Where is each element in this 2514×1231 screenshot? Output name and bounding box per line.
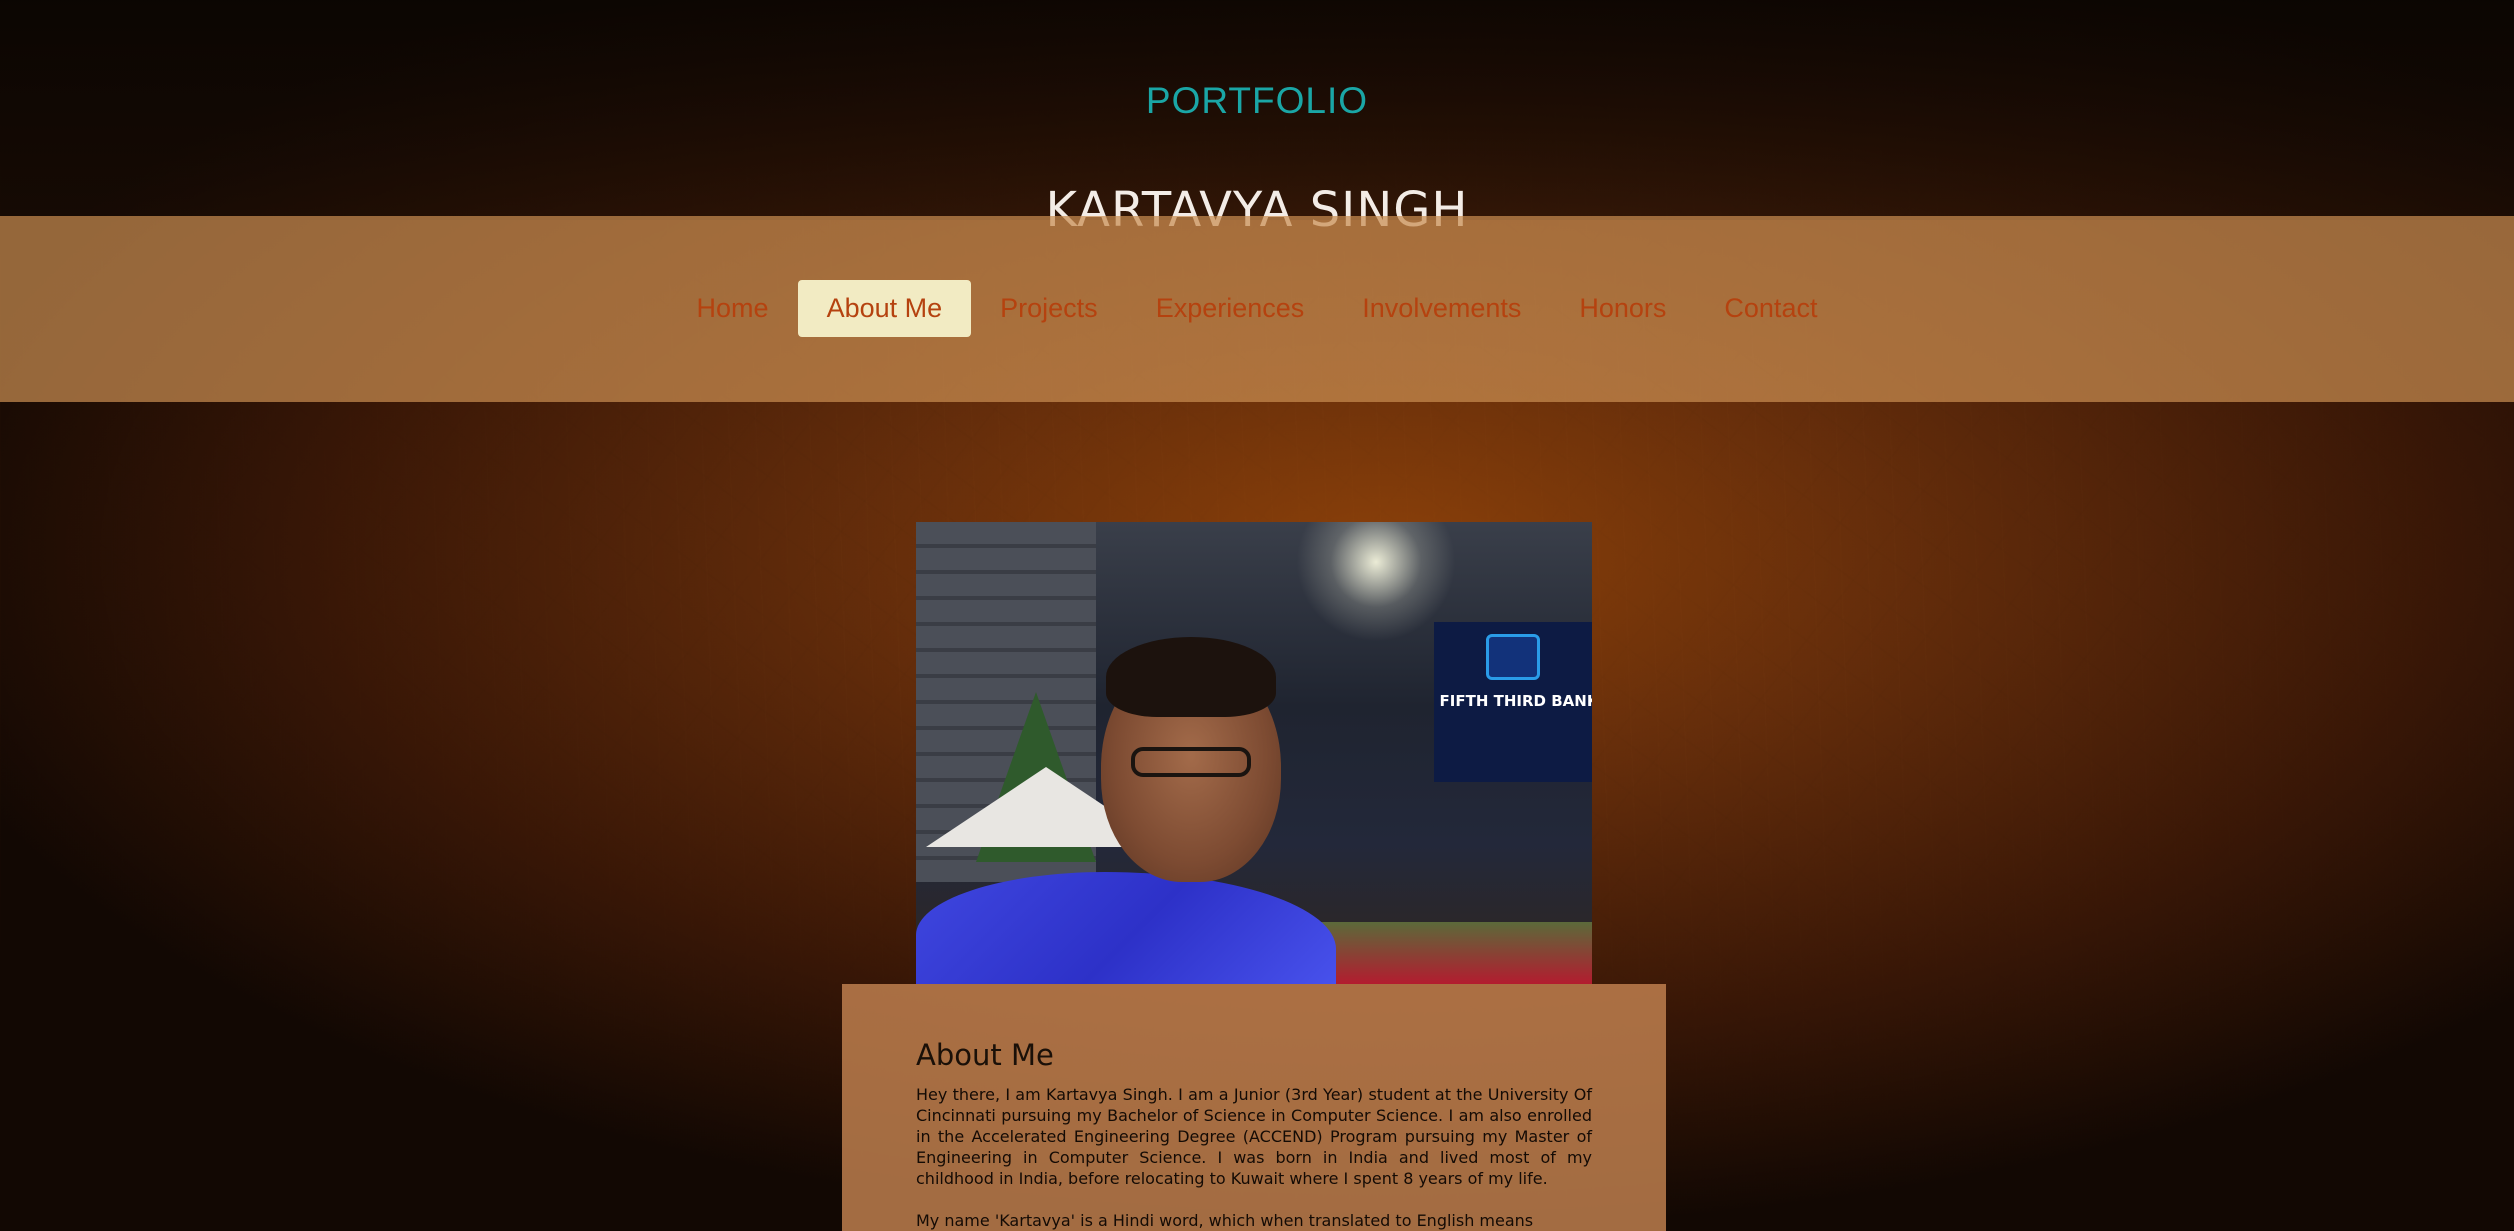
photo-sign-text: FIFTH THIRD BANK (1439, 692, 1592, 710)
profile-photo: FIFTH THIRD BANK (916, 522, 1592, 984)
site-header: PORTFOLIO KARTAVYA SINGH (0, 0, 2514, 238)
nav-menu: Home About Me Projects Experiences Invol… (0, 280, 2514, 337)
nav-item-experiences[interactable]: Experiences (1127, 280, 1334, 337)
about-body: Hey there, I am Kartavya Singh. I am a J… (916, 1084, 1592, 1231)
portfolio-label: PORTFOLIO (1145, 80, 1369, 121)
photo-sign-logo (1486, 634, 1540, 680)
nav-item-contact[interactable]: Contact (1695, 280, 1846, 337)
about-paragraph: My name 'Kartavya' is a Hindi word, whic… (916, 1211, 1534, 1230)
about-heading: About Me (916, 1038, 1054, 1073)
nav-item-involvements[interactable]: Involvements (1333, 280, 1550, 337)
about-section: About Me Hey there, I am Kartavya Singh.… (842, 984, 1666, 1231)
photo-light (1296, 522, 1456, 642)
about-paragraph: Hey there, I am Kartavya Singh. I am a J… (916, 1085, 1592, 1188)
photo-jacket (916, 872, 1336, 984)
nav-item-projects[interactable]: Projects (971, 280, 1127, 337)
nav-item-home[interactable]: Home (668, 280, 798, 337)
nav-item-about-me[interactable]: About Me (797, 280, 972, 337)
main-navigation: Home About Me Projects Experiences Invol… (0, 216, 2514, 402)
photo-rink (1296, 922, 1592, 984)
nav-item-honors[interactable]: Honors (1550, 280, 1695, 337)
photo-hair (1106, 637, 1276, 717)
photo-sign: FIFTH THIRD BANK (1434, 622, 1592, 782)
photo-glasses (1131, 747, 1251, 777)
